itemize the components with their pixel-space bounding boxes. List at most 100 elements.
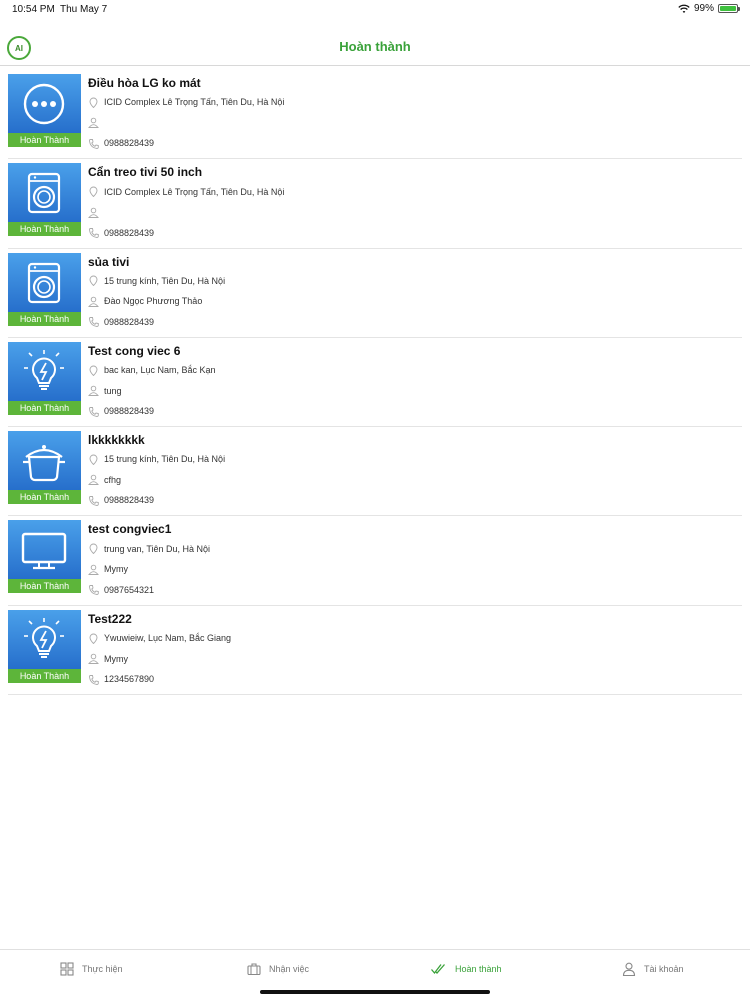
job-thumbnail: Hoàn Thành (8, 163, 81, 237)
status-time: 10:54 PM (12, 4, 55, 15)
job-person-row: cfhg (88, 470, 225, 491)
briefcase-icon (247, 963, 261, 976)
washing-machine-icon (27, 262, 61, 303)
washing-machine-icon (27, 173, 61, 214)
tv-icon (21, 533, 67, 570)
job-person: Mymy (104, 653, 128, 664)
double-check-icon (431, 964, 445, 975)
job-list: Hoàn Thành Điều hòa LG ko mát ICID Compl… (8, 70, 742, 696)
tab-label: Hoàn thành (455, 964, 502, 974)
job-info: test congviec1 trung van, Tiên Du, Hà Nộ… (88, 520, 210, 604)
tab-grid[interactable]: Thực hiện (60, 960, 123, 978)
job-list-item[interactable]: Hoàn Thành Cẩn treo tivi 50 inch ICID Co… (8, 159, 742, 249)
person-icon (88, 475, 99, 486)
job-person: cfhg (104, 474, 122, 485)
tab-user[interactable]: Tài khoản (622, 960, 684, 978)
job-thumbnail: Hoàn Thành (8, 74, 81, 147)
phone-icon (89, 138, 99, 149)
phone-icon (89, 228, 99, 238)
job-address: ICID Complex Lê Trọng Tấn, Tiên Du, Hà N… (104, 97, 285, 108)
phone-icon (89, 585, 99, 596)
job-address-row: bac kan, Lục Nam, Bắc Kạn (88, 360, 216, 381)
tab-briefcase[interactable]: Nhận việc (247, 960, 309, 978)
job-thumbnail: Hoàn Thành (8, 252, 81, 326)
job-address-row: trung van, Tiên Du, Hà Nội (88, 538, 210, 559)
job-person-row: Đào Ngọc Phương Thảo (88, 291, 225, 312)
job-phone[interactable]: 0988828439 (104, 228, 154, 238)
job-info: sủa tivi 15 trung kính, Tiên Du, Hà Nội … (88, 253, 225, 337)
job-info: Cẩn treo tivi 50 inch ICID Complex Lê Tr… (88, 163, 284, 247)
job-phone[interactable]: 1234567890 (104, 674, 154, 684)
job-person-row: Mymy (88, 648, 231, 669)
phone-icon (89, 317, 99, 328)
grid-icon (60, 962, 74, 976)
job-address-row: 15 trung kính, Tiên Du, Hà Nội (88, 271, 225, 292)
phone-icon (89, 674, 99, 685)
lightbulb-icon (24, 617, 64, 658)
job-person-row (88, 202, 284, 223)
job-title: lkkkkkkkk (88, 433, 145, 448)
job-list-item[interactable]: Hoàn Thành Test222 Ywuwieiw, Lục Nam, Bắ… (8, 606, 742, 696)
job-address-row: Ywuwieiw, Lục Nam, Bắc Giang (88, 628, 231, 649)
job-phone-row: 1234567890 (88, 669, 231, 690)
job-phone-row: 0988828439 (88, 133, 284, 154)
job-phone[interactable]: 0988828439 (104, 317, 154, 327)
wifi-icon (678, 4, 690, 13)
job-title: sủa tivi (88, 254, 130, 269)
job-list-item[interactable]: Hoàn Thành sủa tivi 15 trung kính, Tiên … (8, 249, 742, 338)
job-thumbnail: Hoàn Thành (8, 520, 81, 594)
job-phone-row: 0988828439 (88, 312, 225, 333)
location-pin-icon (89, 454, 98, 465)
job-person-row: Mymy (88, 559, 210, 580)
job-phone-row: 0988828439 (88, 490, 225, 511)
status-badge: Hoàn Thành (8, 311, 81, 326)
job-title: Cẩn treo tivi 50 inch (88, 165, 203, 180)
location-pin-icon (89, 275, 98, 287)
location-pin-icon (89, 365, 98, 376)
job-list-item[interactable]: Hoàn Thành lkkkkkkkk 15 trung kính, Tiên… (8, 427, 742, 517)
job-title: Điều hòa LG ko mát (88, 76, 201, 90)
job-phone[interactable]: 0987654321 (104, 585, 154, 595)
job-address-row: 15 trung kính, Tiên Du, Hà Nội (88, 449, 225, 470)
location-pin-icon (89, 633, 98, 644)
person-icon (88, 296, 99, 307)
job-info: Test cong viec 6 bac kan, Lục Nam, Bắc K… (88, 342, 216, 426)
job-address-row: ICID Complex Lê Trọng Tấn, Tiên Du, Hà N… (88, 92, 284, 113)
lightbulb-icon (24, 349, 64, 390)
job-address: bac kan, Lục Nam, Bắc Kạn (104, 365, 216, 376)
home-indicator (260, 990, 490, 994)
page-title: Hoàn thành (339, 39, 411, 54)
job-info: Điều hòa LG ko mát ICID Complex Lê Trọng… (88, 74, 284, 158)
job-list-item[interactable]: Hoàn Thành Điều hòa LG ko mát ICID Compl… (8, 70, 742, 160)
job-address-row: ICID Complex Lê Trọng Tấn, Tiên Du, Hà N… (88, 181, 284, 202)
tab-double-check[interactable]: Hoàn thành (429, 960, 502, 978)
job-title: test congviec1 (88, 522, 172, 537)
person-icon (88, 118, 99, 129)
location-pin-icon (89, 543, 98, 555)
job-info: Test222 Ywuwieiw, Lục Nam, Bắc Giang Mym… (88, 610, 231, 694)
job-phone[interactable]: 0988828439 (104, 406, 154, 416)
status-badge: Hoàn Thành (8, 400, 81, 415)
status-badge: Hoàn Thành (8, 133, 81, 147)
job-list-item[interactable]: Hoàn Thành Test cong viec 6 bac kan, Lục… (8, 338, 742, 428)
job-thumbnail: Hoàn Thành (8, 341, 81, 415)
status-indicators: 99% (678, 3, 740, 14)
job-thumbnail: Hoàn Thành (8, 609, 81, 683)
job-address: 15 trung kính, Tiên Du, Hà Nội (104, 275, 226, 286)
dots-icon (23, 83, 65, 125)
job-address: Ywuwieiw, Lục Nam, Bắc Giang (104, 633, 232, 644)
status-badge: Hoàn Thành (8, 668, 81, 683)
status-badge: Hoàn Thành (8, 222, 81, 237)
location-pin-icon (89, 186, 98, 198)
status-badge: Hoàn Thành (8, 579, 81, 594)
job-title: Test222 (88, 611, 132, 626)
person-icon (88, 385, 99, 397)
tab-label: Nhận việc (269, 964, 310, 974)
job-list-item[interactable]: Hoàn Thành test congviec1 trung van, Tiê… (8, 516, 742, 606)
status-bar: 10:54 PM Thu May 7 99% (0, 0, 750, 18)
job-address: ICID Complex Lê Trọng Tấn, Tiên Du, Hà N… (104, 186, 285, 197)
job-phone[interactable]: 0988828439 (104, 495, 154, 505)
header: AI Hoàn thành (0, 30, 750, 66)
job-phone[interactable]: 0988828439 (104, 138, 154, 148)
status-badge: Hoàn Thành (8, 490, 81, 505)
